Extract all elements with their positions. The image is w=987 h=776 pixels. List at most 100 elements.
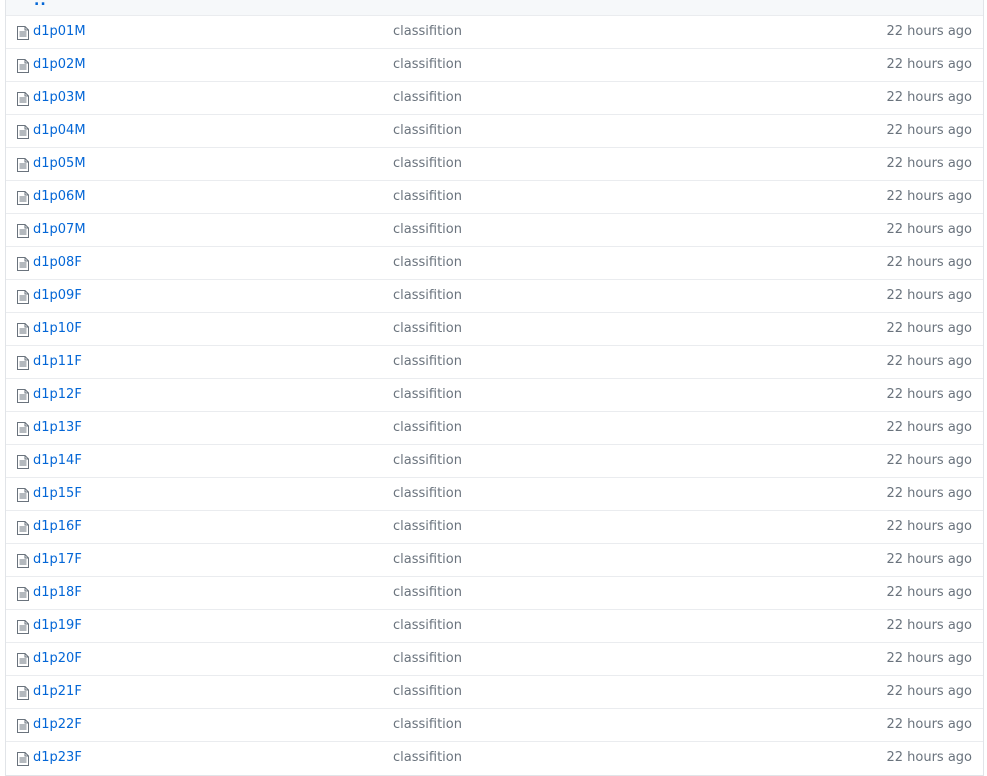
file-rows: d1p01M classifition 22 hours ago d1p02M clas…: [6, 16, 983, 775]
commit-message-link[interactable]: classifition: [393, 420, 462, 436]
commit-age: 22 hours ago: [886, 387, 972, 402]
file-name-link[interactable]: d1p05M: [33, 156, 86, 172]
file-name-link[interactable]: d1p13F: [33, 420, 82, 436]
parent-directory-row[interactable]: ..: [6, 0, 983, 16]
commit-message-link[interactable]: classifition: [393, 684, 462, 700]
file-name-link[interactable]: d1p15F: [33, 486, 82, 502]
commit-message-link[interactable]: classifition: [393, 750, 462, 766]
file-name-link[interactable]: d1p01M: [33, 24, 86, 40]
file-icon: [17, 26, 29, 40]
commit-message-link[interactable]: classifition: [393, 321, 462, 337]
commit-age: 22 hours ago: [886, 90, 972, 105]
commit-message-link[interactable]: classifition: [393, 222, 462, 238]
commit-age: 22 hours ago: [886, 420, 972, 435]
commit-message-link[interactable]: classifition: [393, 453, 462, 469]
table-row[interactable]: d1p01M classifition 22 hours ago: [6, 16, 983, 49]
file-name-link[interactable]: d1p06M: [33, 189, 86, 205]
file-name-link[interactable]: d1p08F: [33, 255, 82, 271]
commit-age: 22 hours ago: [886, 684, 972, 699]
table-row[interactable]: d1p20F classifition 22 hours ago: [6, 643, 983, 676]
commit-message-link[interactable]: classifition: [393, 552, 462, 568]
table-row[interactable]: d1p06M classifition 22 hours ago: [6, 181, 983, 214]
commit-age: 22 hours ago: [886, 618, 972, 633]
commit-message-link[interactable]: classifition: [393, 57, 462, 73]
file-name-link[interactable]: d1p12F: [33, 387, 82, 403]
commit-message-link[interactable]: classifition: [393, 585, 462, 601]
table-row[interactable]: d1p15F classifition 22 hours ago: [6, 478, 983, 511]
commit-message-link[interactable]: classifition: [393, 651, 462, 667]
commit-message-link[interactable]: classifition: [393, 486, 462, 502]
table-row[interactable]: d1p08F classifition 22 hours ago: [6, 247, 983, 280]
commit-age: 22 hours ago: [886, 453, 972, 468]
file-name-link[interactable]: d1p21F: [33, 684, 82, 700]
commit-message-link[interactable]: classifition: [393, 717, 462, 733]
file-name-link[interactable]: d1p20F: [33, 651, 82, 667]
table-row[interactable]: d1p09F classifition 22 hours ago: [6, 280, 983, 313]
commit-message-link[interactable]: classifition: [393, 90, 462, 106]
table-row[interactable]: d1p17F classifition 22 hours ago: [6, 544, 983, 577]
file-icon: [17, 488, 29, 502]
commit-age: 22 hours ago: [886, 189, 972, 204]
commit-age: 22 hours ago: [886, 717, 972, 732]
table-row[interactable]: d1p11F classifition 22 hours ago: [6, 346, 983, 379]
commit-age: 22 hours ago: [886, 57, 972, 72]
file-icon: [17, 323, 29, 337]
commit-age: 22 hours ago: [886, 750, 972, 765]
file-icon: [17, 92, 29, 106]
file-icon: [17, 686, 29, 700]
file-icon: [17, 191, 29, 205]
file-name-link[interactable]: d1p23F: [33, 750, 82, 766]
table-row[interactable]: d1p21F classifition 22 hours ago: [6, 676, 983, 709]
parent-directory-link[interactable]: ..: [34, 0, 47, 9]
file-name-link[interactable]: d1p18F: [33, 585, 82, 601]
commit-age: 22 hours ago: [886, 651, 972, 666]
commit-message-link[interactable]: classifition: [393, 156, 462, 172]
file-name-link[interactable]: d1p14F: [33, 453, 82, 469]
file-icon: [17, 719, 29, 733]
commit-age: 22 hours ago: [886, 585, 972, 600]
commit-message-link[interactable]: classifition: [393, 288, 462, 304]
table-row[interactable]: d1p14F classifition 22 hours ago: [6, 445, 983, 478]
commit-message-link[interactable]: classifition: [393, 354, 462, 370]
commit-message-link[interactable]: classifition: [393, 618, 462, 634]
table-row[interactable]: d1p12F classifition 22 hours ago: [6, 379, 983, 412]
file-icon: [17, 224, 29, 238]
table-row[interactable]: d1p07M classifition 22 hours ago: [6, 214, 983, 247]
table-row[interactable]: d1p05M classifition 22 hours ago: [6, 148, 983, 181]
file-name-link[interactable]: d1p16F: [33, 519, 82, 535]
table-row[interactable]: d1p13F classifition 22 hours ago: [6, 412, 983, 445]
table-row[interactable]: d1p02M classifition 22 hours ago: [6, 49, 983, 82]
table-row[interactable]: d1p16F classifition 22 hours ago: [6, 511, 983, 544]
file-name-link[interactable]: d1p10F: [33, 321, 82, 337]
file-name-link[interactable]: d1p09F: [33, 288, 82, 304]
commit-message-link[interactable]: classifition: [393, 24, 462, 40]
file-icon: [17, 59, 29, 73]
file-name-link[interactable]: d1p19F: [33, 618, 82, 634]
file-name-link[interactable]: d1p03M: [33, 90, 86, 106]
file-name-link[interactable]: d1p22F: [33, 717, 82, 733]
table-row[interactable]: d1p19F classifition 22 hours ago: [6, 610, 983, 643]
table-row[interactable]: d1p03M classifition 22 hours ago: [6, 82, 983, 115]
file-name-link[interactable]: d1p11F: [33, 354, 82, 370]
table-row[interactable]: d1p22F classifition 22 hours ago: [6, 709, 983, 742]
commit-message-link[interactable]: classifition: [393, 255, 462, 271]
file-icon: [17, 290, 29, 304]
table-row[interactable]: d1p23F classifition 22 hours ago: [6, 742, 983, 775]
file-name-link[interactable]: d1p07M: [33, 222, 86, 238]
file-icon: [17, 554, 29, 568]
commit-message-link[interactable]: classifition: [393, 387, 462, 403]
file-name-link[interactable]: d1p02M: [33, 57, 86, 73]
commit-message-link[interactable]: classifition: [393, 519, 462, 535]
table-row[interactable]: d1p18F classifition 22 hours ago: [6, 577, 983, 610]
table-row[interactable]: d1p10F classifition 22 hours ago: [6, 313, 983, 346]
file-icon: [17, 356, 29, 370]
file-icon: [17, 752, 29, 766]
file-name-link[interactable]: d1p17F: [33, 552, 82, 568]
file-icon: [17, 422, 29, 436]
commit-message-link[interactable]: classifition: [393, 123, 462, 139]
file-icon: [17, 389, 29, 403]
file-icon: [17, 653, 29, 667]
commit-message-link[interactable]: classifition: [393, 189, 462, 205]
table-row[interactable]: d1p04M classifition 22 hours ago: [6, 115, 983, 148]
file-name-link[interactable]: d1p04M: [33, 123, 86, 139]
